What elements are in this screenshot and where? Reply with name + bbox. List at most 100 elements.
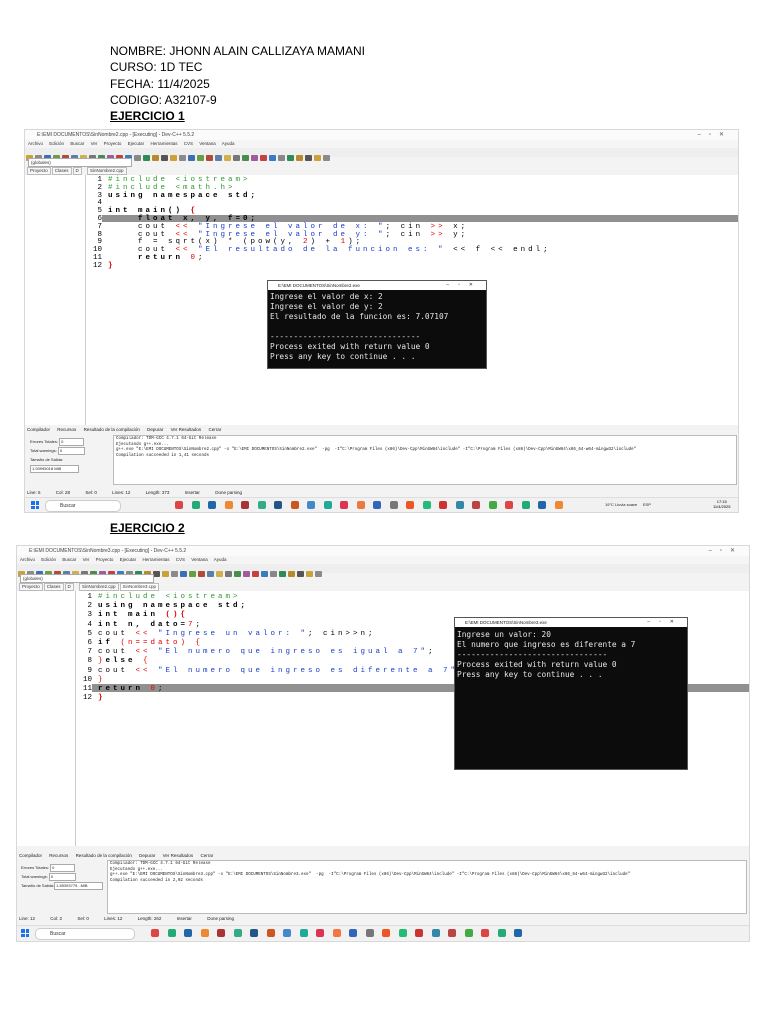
taskbar-app-icon[interactable] [233,929,242,937]
console-window-controls[interactable]: –▫✕ [446,281,482,290]
tab-resultado-compilacion[interactable]: Resultado de la compilación [84,427,140,432]
toolbar-button[interactable] [287,155,294,161]
tab-cerrar[interactable]: Cerrar [208,427,221,432]
tab-recursos[interactable]: Recursos [57,427,76,432]
taskbar-app-icon[interactable] [175,501,183,509]
toolbar-button[interactable] [134,155,141,161]
taskbar-app-icon[interactable] [332,929,341,937]
toolbar-button[interactable] [296,155,303,161]
taskbar-app-icon[interactable] [167,929,176,937]
toolbar-button[interactable] [197,155,204,161]
toolbar-button[interactable] [323,155,330,161]
toolbar-button[interactable] [180,571,187,577]
taskbar-app-icon[interactable] [448,929,456,937]
tab-cerrar[interactable]: Cerrar [200,853,213,858]
window-controls[interactable]: –▫✕ [709,546,744,556]
taskbar-app-icon[interactable] [521,501,530,509]
taskbar-app-icon[interactable] [283,929,291,937]
menu-item[interactable]: Edición [49,141,64,146]
toolbar-button[interactable] [216,571,223,577]
file-tab[interactable]: SinNombre2.cpp [79,583,119,591]
taskbar-app-icon[interactable] [184,929,192,937]
toolbar-button[interactable] [260,155,267,161]
toolbar-button[interactable] [188,155,195,161]
taskbar-app-icon[interactable] [497,929,506,937]
menu-item[interactable]: CVS [176,557,185,562]
taskbar-app-icon[interactable] [349,929,357,937]
taskbar-app-icon[interactable] [208,501,216,509]
toolbar-button[interactable] [261,571,268,577]
toolbar-button[interactable] [207,571,214,577]
tab-depurar[interactable]: Depurar [139,853,155,858]
toolbar-button[interactable] [269,155,276,161]
taskbar-app-icon[interactable] [554,501,563,509]
toolbar-button[interactable] [252,571,259,577]
menu-item[interactable]: Edición [41,557,56,562]
toolbar-button[interactable] [153,571,160,577]
taskbar-app-icon[interactable] [514,929,522,937]
toolbar-button[interactable] [198,571,205,577]
menu-item[interactable]: Buscar [70,141,84,146]
menu-item[interactable]: Ayuda [214,557,227,562]
taskbar-search[interactable]: Buscar [35,928,135,940]
menu-item[interactable]: Ejecutar [120,557,137,562]
taskbar-app-icon[interactable] [250,929,258,937]
toolbar-button[interactable] [162,571,169,577]
menu-item[interactable]: CVS [184,141,193,146]
toolbar-button[interactable] [251,155,258,161]
menu-item[interactable]: Buscar [62,557,76,562]
menu-item[interactable]: Proyecto [96,557,114,562]
taskbar-app-icon[interactable] [472,501,480,509]
toolbar-button[interactable] [315,571,322,577]
taskbar-app-icon[interactable] [431,929,440,937]
toolbar-button[interactable] [243,571,250,577]
toolbar-button[interactable] [189,571,196,577]
taskbar-app-icon[interactable] [406,501,414,509]
console-window[interactable]: E:\EMI DOCUMENTOS\SinNombre3.exe –▫✕ Ing… [454,617,688,770]
taskbar-app-icon[interactable] [241,501,249,509]
taskbar-app-icon[interactable] [455,501,464,509]
taskbar-app-icon[interactable] [299,929,308,937]
toolbar-button[interactable] [306,571,313,577]
taskbar-app-icon[interactable] [373,501,381,509]
toolbar-button[interactable] [314,155,321,161]
menu-item[interactable]: Archivo [20,557,35,562]
toolbar-button[interactable] [152,155,159,161]
toolbar-button[interactable] [288,571,295,577]
tab-debug[interactable]: D [72,167,82,175]
menu-item[interactable]: Ver [91,141,98,146]
toolbar-button[interactable] [224,155,231,161]
toolbar-button[interactable] [242,155,249,161]
toolbar-button[interactable] [305,155,312,161]
menu-item[interactable]: Ver [83,557,90,562]
taskbar-app-icon[interactable] [316,929,324,937]
menu-item[interactable]: Archivo [28,141,43,146]
toolbar-button[interactable] [170,155,177,161]
tab-recursos[interactable]: Recursos [49,853,68,858]
taskbar-app-icon[interactable] [266,929,275,937]
tab-compilador[interactable]: Compilador [19,853,42,858]
menu-item[interactable]: Herramientas [150,141,177,146]
toolbar-button[interactable] [234,571,241,577]
globals-combo[interactable]: (globales) [20,574,154,583]
toolbar-button[interactable] [171,571,178,577]
taskbar-app-icon[interactable] [422,501,431,509]
taskbar-app-icon[interactable] [356,501,365,509]
taskbar-app-icon[interactable] [323,501,332,509]
menu-item[interactable]: Ayuda [222,141,235,146]
toolbar-button[interactable] [179,155,186,161]
taskbar-app-icon[interactable] [290,501,299,509]
window-controls[interactable]: –▫✕ [698,130,733,140]
tab-clases[interactable]: Clases [51,167,72,175]
taskbar-app-icon[interactable] [217,929,225,937]
taskbar-app-icon[interactable] [200,929,209,937]
toolbar-button[interactable] [297,571,304,577]
tab-compilador[interactable]: Compilador [27,427,50,432]
toolbar-button[interactable] [225,571,232,577]
toolbar-button[interactable] [215,155,222,161]
taskbar-app-icon[interactable] [307,501,315,509]
console-window[interactable]: E:\EMI DOCUMENTOS\SinNombre2.exe –▫✕ Ing… [267,280,487,369]
taskbar-app-icon[interactable] [365,929,374,937]
tab-resultado-compilacion[interactable]: Resultado de la compilación [76,853,132,858]
taskbar-app-icon[interactable] [398,929,407,937]
